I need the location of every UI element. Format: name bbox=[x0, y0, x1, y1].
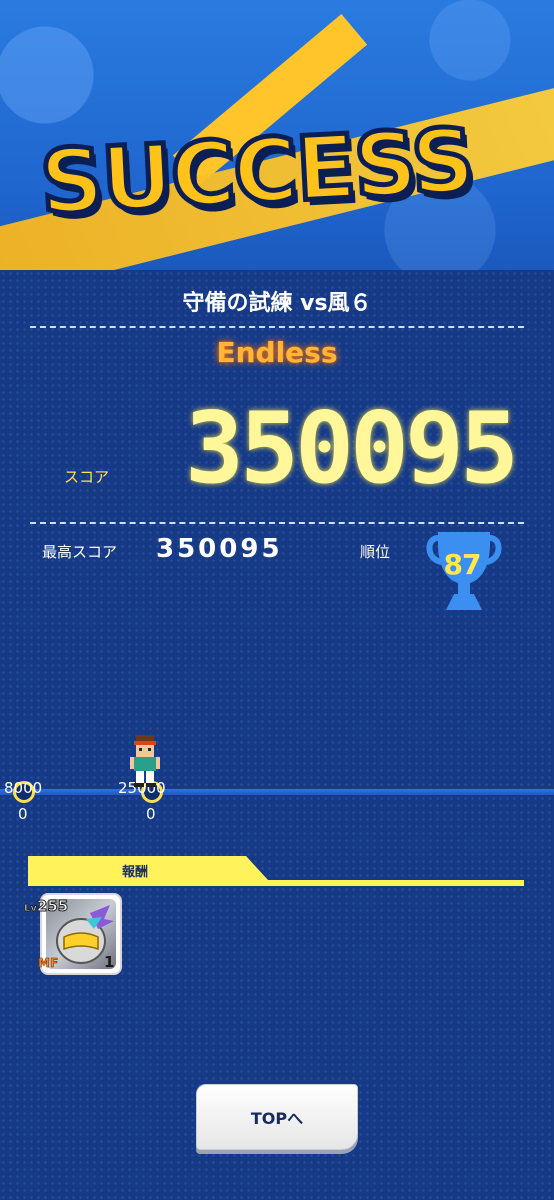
score-label: スコア bbox=[64, 468, 110, 486]
reward-header-bar bbox=[28, 856, 524, 886]
reward-label: 報酬 bbox=[122, 865, 149, 880]
best-score-value: 350095 bbox=[156, 534, 283, 564]
score-value: 350095 bbox=[185, 392, 519, 506]
reward-item-level: Lv255 bbox=[24, 897, 69, 916]
marker-bottom-label: 0 bbox=[18, 805, 28, 823]
reward-item-count: 1 bbox=[104, 953, 115, 971]
level-prefix: Lv bbox=[24, 903, 38, 915]
marker-bottom-label: 0 bbox=[146, 805, 156, 823]
mode-label: Endless bbox=[216, 336, 338, 369]
divider bbox=[30, 522, 524, 524]
best-score-label: 最高スコア bbox=[42, 543, 118, 561]
success-banner: SUCCESS bbox=[0, 0, 554, 290]
rank-value: 87 bbox=[443, 548, 482, 581]
top-button[interactable]: TOPへ bbox=[196, 1084, 358, 1150]
reward-item-position: MF bbox=[38, 956, 59, 971]
player-character-icon bbox=[130, 735, 160, 787]
marker-top-label: 8000 bbox=[4, 779, 43, 797]
level-value: 255 bbox=[36, 897, 69, 916]
divider bbox=[30, 326, 524, 328]
stage-title: 守備の試練 vs風６ bbox=[182, 291, 372, 316]
rank-label: 順位 bbox=[360, 543, 391, 561]
progress-track bbox=[0, 789, 554, 795]
